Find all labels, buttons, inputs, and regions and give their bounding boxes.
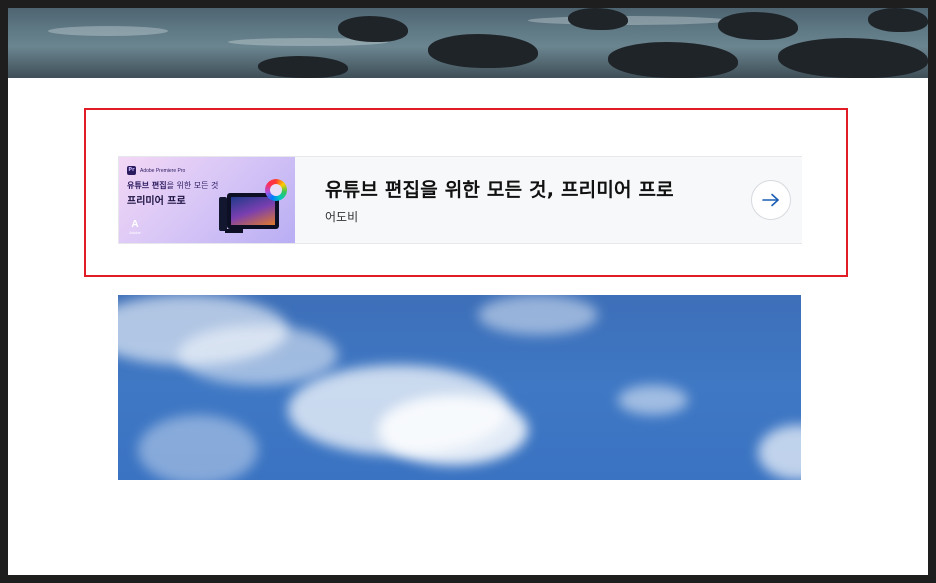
page-content: Pr Adobe Premiere Pro 유튜브 편집을 위한 모든 것 프리… bbox=[8, 8, 928, 575]
ad-title[interactable]: 유튜브 편집을 위한 모든 것, 프리미어 프로 bbox=[325, 175, 802, 202]
ad-thumbnail[interactable]: Pr Adobe Premiere Pro 유튜브 편집을 위한 모든 것 프리… bbox=[119, 157, 295, 243]
thumbnail-brand-row: Pr Adobe Premiere Pro bbox=[127, 166, 185, 175]
adobe-logo-icon: A Adobe bbox=[129, 219, 141, 236]
hero-image-coast bbox=[8, 8, 928, 78]
ad-advertiser: 어도비 bbox=[325, 210, 359, 224]
sky-clouds-image bbox=[118, 295, 801, 480]
thumbnail-product-name: 프리미어 프로 bbox=[127, 196, 186, 207]
monitor-stand bbox=[225, 229, 243, 233]
adobe-logo-glyph: A bbox=[131, 219, 139, 230]
color-wheel-icon bbox=[265, 179, 287, 201]
thumbnail-headline-rest: 을 위한 모든 것 bbox=[166, 181, 219, 190]
thumbnail-headline-bold: 유튜브 편집 bbox=[127, 181, 167, 190]
thumbnail-headline: 유튜브 편집을 위한 모든 것 bbox=[127, 180, 218, 191]
premiere-pro-logo-icon: Pr bbox=[127, 166, 136, 175]
sponsored-ad-card[interactable]: Pr Adobe Premiere Pro 유튜브 편집을 위한 모든 것 프리… bbox=[118, 156, 802, 244]
adobe-logo-text: Adobe bbox=[129, 230, 141, 235]
monitor-screen bbox=[231, 197, 275, 225]
ad-arrow-button[interactable] bbox=[751, 180, 791, 220]
ad-text-block: 유튜브 편집을 위한 모든 것, 프리미어 프로 어도비 bbox=[295, 175, 802, 225]
thumbnail-brand: Adobe Premiere Pro bbox=[140, 167, 186, 174]
arrow-right-icon bbox=[762, 193, 779, 207]
device-side-panel bbox=[219, 197, 227, 231]
